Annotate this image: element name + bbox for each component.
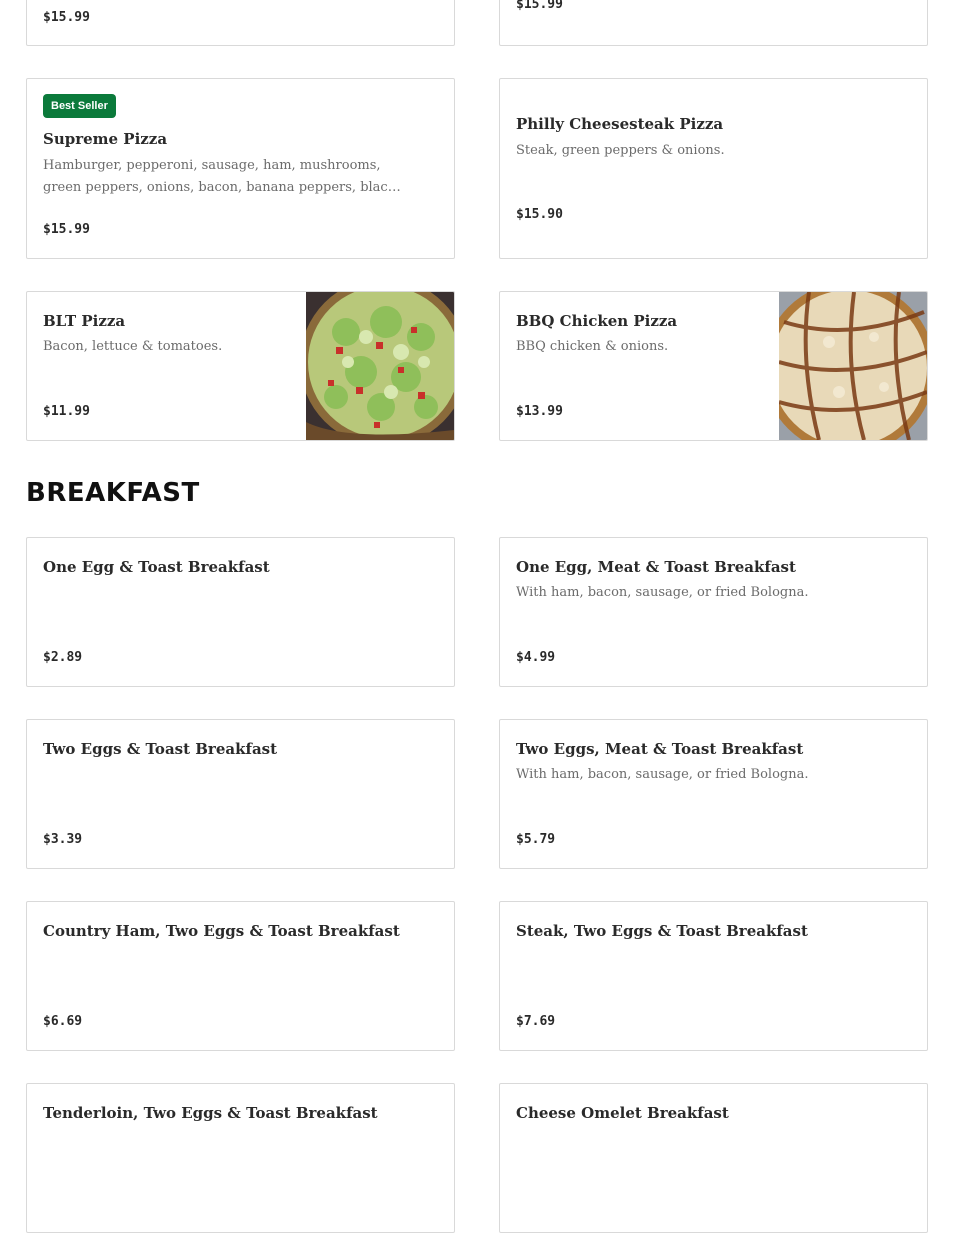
item-description: With ham, bacon, sausage, or fried Bolog… <box>516 767 809 782</box>
item-description: With ham, bacon, sausage, or fried Bolog… <box>516 585 809 600</box>
menu-item-card[interactable]: One Egg, Meat & Toast Breakfast With ham… <box>499 537 928 687</box>
item-price: $15.99 <box>43 10 90 25</box>
item-description: BBQ chicken & onions. <box>516 339 669 354</box>
section-heading-breakfast: BREAKFAST <box>26 478 200 508</box>
menu-item-card-philly-cheesesteak-pizza[interactable]: Philly Cheesesteak Pizza Steak, green pe… <box>499 78 928 259</box>
item-title: Philly Cheesesteak Pizza <box>516 115 724 133</box>
menu-item-card-supreme-pizza[interactable]: Best Seller Supreme Pizza Hamburger, pep… <box>26 78 455 259</box>
item-price: $7.69 <box>516 1014 556 1029</box>
item-title: Tenderloin, Two Eggs & Toast Breakfast <box>43 1104 378 1122</box>
item-title: BLT Pizza <box>43 312 126 330</box>
item-title: Two Eggs, Meat & Toast Breakfast <box>516 740 804 758</box>
item-title: Two Eggs & Toast Breakfast <box>43 740 278 758</box>
item-description: Hamburger, pepperoni, sausage, ham, mush… <box>43 158 396 195</box>
menu-item-card[interactable]: Cheese Omelet Breakfast <box>499 1083 928 1233</box>
item-price: $11.99 <box>43 404 90 419</box>
menu-item-card[interactable]: Steak, Two Eggs & Toast Breakfast $7.69 <box>499 901 928 1051</box>
item-title: Supreme Pizza <box>43 130 168 148</box>
menu-item-card-blt-pizza[interactable]: BLT Pizza Bacon, lettuce & tomatoes. $11… <box>26 291 455 441</box>
item-title: Country Ham, Two Eggs & Toast Breakfast <box>43 922 400 940</box>
menu-item-card[interactable]: $15.99 <box>26 0 455 46</box>
menu-item-card[interactable]: $15.99 <box>499 0 928 46</box>
item-title: One Egg & Toast Breakfast <box>43 558 270 576</box>
menu-item-card[interactable]: Tenderloin, Two Eggs & Toast Breakfast <box>26 1083 455 1233</box>
item-price: $15.99 <box>516 0 563 12</box>
item-price: $3.39 <box>43 832 83 847</box>
item-title: Steak, Two Eggs & Toast Breakfast <box>516 922 808 940</box>
item-price: $5.79 <box>516 832 556 847</box>
item-description: Steak, green peppers & onions. <box>516 143 725 158</box>
menu-item-card[interactable]: One Egg & Toast Breakfast $2.89 <box>26 537 455 687</box>
item-price: $13.99 <box>516 404 563 419</box>
menu-item-card[interactable]: Two Eggs & Toast Breakfast $3.39 <box>26 719 455 869</box>
menu-item-card-bbq-chicken-pizza[interactable]: BBQ Chicken Pizza BBQ chicken & onions. … <box>499 291 928 441</box>
best-seller-badge: Best Seller <box>43 94 116 118</box>
item-price: $2.89 <box>43 650 83 665</box>
blt-pizza-image <box>306 292 454 440</box>
item-price: $15.90 <box>516 207 563 222</box>
bbq-chicken-pizza-image <box>779 292 927 440</box>
menu-item-card[interactable]: Country Ham, Two Eggs & Toast Breakfast … <box>26 901 455 1051</box>
item-price: $6.69 <box>43 1014 83 1029</box>
menu-item-card[interactable]: Two Eggs, Meat & Toast Breakfast With ha… <box>499 719 928 869</box>
item-title: BBQ Chicken Pizza <box>516 312 678 330</box>
item-title: Cheese Omelet Breakfast <box>516 1104 729 1122</box>
item-price: $15.99 <box>43 222 90 237</box>
item-price: $4.99 <box>516 650 556 665</box>
item-description: Bacon, lettuce & tomatoes. <box>43 339 223 354</box>
item-title: One Egg, Meat & Toast Breakfast <box>516 558 796 576</box>
